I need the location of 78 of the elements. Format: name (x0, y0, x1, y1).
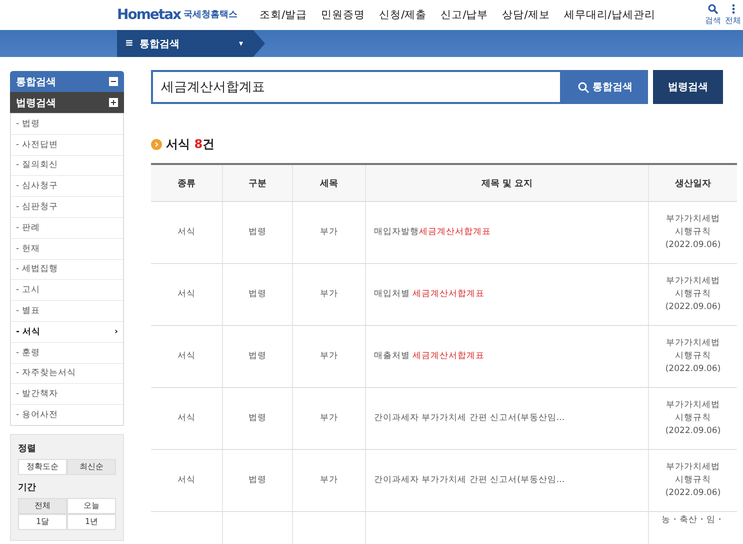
table-cell: 부가가치세법 시행규칙 (2022.09.06) (648, 326, 737, 388)
dots-icon (732, 4, 734, 14)
table-cell: 법령 (222, 450, 292, 512)
nav-link[interactable]: 신고/납부 (440, 8, 488, 22)
integrated-search-button[interactable]: 통합검색 (562, 70, 648, 104)
nav-link[interactable]: 신청/제출 (379, 8, 427, 22)
column-header: 세목 (292, 164, 366, 202)
table-cell: 법령 (222, 326, 292, 388)
table-cell: 법령 (222, 202, 292, 264)
search-field[interactable]: 세금계산서합계표 (151, 70, 562, 104)
sidebar-item[interactable]: - 용어사전 (11, 404, 123, 425)
table-cell: 서식 (151, 388, 222, 450)
filter-option[interactable]: 정확도순 (18, 458, 67, 475)
table-cell: 서식 (151, 326, 222, 388)
bullet-icon (151, 139, 162, 150)
sidebar-item[interactable]: - 심사청구 (11, 175, 123, 196)
table-cell: 부가가치세법 시행규칙 (2022.09.06) (648, 202, 737, 264)
column-header: 종류 (151, 164, 222, 202)
table-cell: 서식 (151, 202, 222, 264)
search-button[interactable]: 검색 (705, 4, 721, 26)
sidebar-item[interactable]: - 판례 (11, 216, 123, 238)
search-icon (708, 4, 718, 14)
result-heading: 서식 8건 (166, 136, 215, 153)
nav-link[interactable]: 세무대리/납세관리 (564, 8, 656, 22)
title-link[interactable]: 매출처별 세금계산서합계표 (366, 326, 648, 388)
search-icon (578, 82, 588, 92)
title-link[interactable]: 간이과세자 부가가치세 간편 신고서(부동산임... (366, 450, 648, 512)
table-cell: 농・축산・임・ (648, 512, 737, 544)
sidebar-section-header[interactable]: 통합검색 (10, 71, 124, 92)
law-search-button[interactable]: 법령검색 (653, 70, 723, 104)
table-cell: 부가가치세법 시행규칙 (2022.09.06) (648, 264, 737, 326)
sidebar-item[interactable]: - 자주찾는서식 (11, 362, 123, 384)
filter-option[interactable]: 1년 (67, 514, 116, 530)
column-header: 제목 및 요지 (366, 164, 648, 202)
all-menu-button[interactable]: 전체 (725, 4, 741, 26)
nav-link[interactable]: 상담/제보 (502, 8, 550, 22)
column-header: 생산일자 (648, 164, 737, 202)
sidebar-item[interactable]: - 고시 (11, 279, 123, 300)
sidebar-item[interactable]: - 사전답변 (11, 134, 123, 155)
sidebar-section-header[interactable]: 법령검색 (10, 92, 124, 113)
table-cell: 부가 (292, 388, 366, 450)
sidebar-item[interactable]: - 헌재 (11, 238, 123, 259)
column-header: 구분 (222, 164, 292, 202)
table-cell: 서식 (151, 264, 222, 326)
plus-icon (109, 98, 118, 107)
table-cell: 부가가치세법 시행규칙 (2022.09.06) (648, 388, 737, 450)
sidebar-item[interactable]: - 질의회신 (11, 154, 123, 176)
filter-option[interactable]: 최신순 (67, 458, 116, 475)
table-cell: 부가 (292, 202, 366, 264)
table-cell: 부가 (292, 450, 366, 512)
filter-option[interactable]: 1달 (18, 514, 67, 530)
table-cell: 법령 (222, 388, 292, 450)
sidebar-item[interactable]: - 훈령 (11, 342, 123, 363)
breadcrumb-menu[interactable]: ≡ 통합검색 ▾ (117, 30, 265, 57)
filter-title: 정렬 (18, 442, 37, 455)
nav-link[interactable]: 민원증명 (321, 8, 366, 22)
title-link[interactable]: 간이과세자 부가가치세 간편 신고서(부동산임... (366, 388, 648, 450)
filter-option[interactable]: 전체 (18, 498, 67, 514)
sidebar-item[interactable]: - 발간책자 (11, 383, 123, 404)
table-cell: 부가가치세법 시행규칙 (2022.09.06) (648, 450, 737, 512)
filter-title: 기간 (18, 482, 37, 494)
sidebar-item[interactable]: - 서식 › (11, 320, 123, 342)
logo-text[interactable]: Hometax (117, 7, 181, 23)
table-cell: 부가 (292, 264, 366, 326)
sidebar-item[interactable]: - 별표 (11, 300, 123, 321)
sidebar-item[interactable]: - 세법집행 (11, 258, 123, 280)
title-link[interactable]: 매입처별 세금계산서합계표 (366, 264, 648, 326)
sidebar-item[interactable]: - 법령 (11, 113, 123, 134)
nav-link[interactable]: 조회/발급 (260, 8, 308, 22)
minus-icon (109, 77, 118, 86)
table-cell: 서식 (151, 450, 222, 512)
table-cell: 법령 (222, 264, 292, 326)
logo-subtitle: 국세청홈택스 (184, 9, 238, 22)
sidebar-item[interactable]: - 심판청구 (11, 196, 123, 217)
table-cell: 부가 (292, 326, 366, 388)
chevron-icon: › (114, 326, 118, 337)
title-link[interactable]: 매입자발행세금계산서합계표 (366, 202, 648, 264)
filter-option[interactable]: 오늘 (67, 498, 116, 514)
